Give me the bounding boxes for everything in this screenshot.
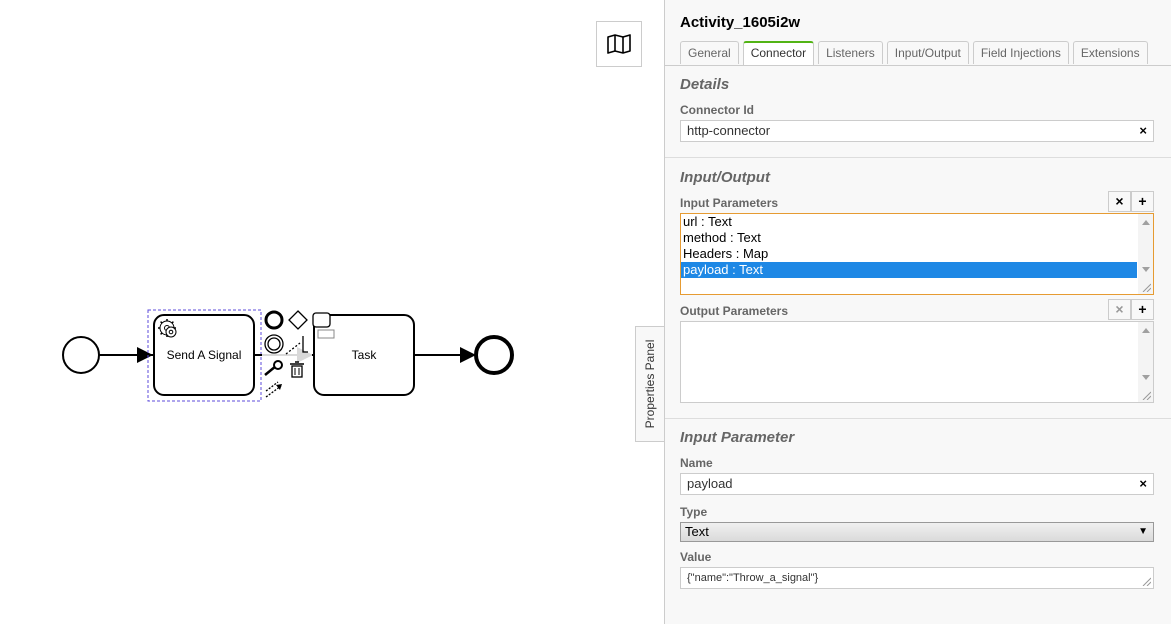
resize-grip-icon[interactable] <box>1141 390 1151 400</box>
task-label-task: Task <box>352 348 378 362</box>
group-title-input-parameter: Input Parameter <box>680 429 795 446</box>
connector-id-value: http-connector <box>687 123 771 138</box>
resize-grip-icon[interactable] <box>1141 576 1151 586</box>
list-item[interactable]: method : Text <box>681 230 1137 246</box>
output-parameters-list[interactable] <box>680 321 1154 403</box>
append-intermediate-event-icon[interactable] <box>264 334 284 354</box>
name-label: Name <box>680 456 713 470</box>
end-event[interactable] <box>474 335 514 375</box>
name-field[interactable]: payload × <box>680 473 1154 495</box>
start-event[interactable] <box>62 336 100 374</box>
remove-input-parameter-button[interactable]: × <box>1108 191 1131 212</box>
list-item[interactable]: url : Text <box>681 214 1137 230</box>
clear-name-button[interactable]: × <box>1139 474 1147 494</box>
value-text: {"name":"Throw_a_signal"} <box>687 572 819 584</box>
tab-general[interactable]: General <box>680 41 739 64</box>
group-title-details: Details <box>680 76 730 93</box>
type-label: Type <box>680 505 708 519</box>
trash-icon[interactable] <box>290 361 304 378</box>
output-parameters-label: Output Parameters <box>680 304 789 318</box>
tab-field-injections[interactable]: Field Injections <box>972 41 1069 64</box>
properties-panel-toggle-label: Properties Panel <box>643 339 657 429</box>
group-title-input-output: Input/Output <box>680 169 770 186</box>
list-item-selected[interactable]: payload : Text <box>681 262 1137 278</box>
append-end-event-icon[interactable] <box>264 310 284 330</box>
scroll-up-icon[interactable] <box>1142 328 1150 333</box>
divider <box>665 418 1171 419</box>
list-item[interactable]: Headers : Map <box>681 246 1137 262</box>
type-selected-value: Text <box>685 524 709 539</box>
task-label-send-a-signal: Send A Signal <box>167 348 242 362</box>
type-select[interactable]: Text ▼ <box>680 522 1154 542</box>
resize-grip-icon[interactable] <box>1141 282 1151 292</box>
append-task-icon[interactable] <box>312 312 331 328</box>
dropdown-arrow-icon: ▼ <box>1138 526 1148 537</box>
bpmn-canvas[interactable]: Send A Signal Task Properties Panel <box>0 0 664 624</box>
properties-panel: Activity_1605i2w General Connector Liste… <box>664 0 1171 624</box>
connector-id-label: Connector Id <box>680 103 754 117</box>
scroll-down-icon[interactable] <box>1142 375 1150 380</box>
minimap-toggle-button[interactable] <box>596 21 642 67</box>
properties-panel-toggle[interactable]: Properties Panel <box>635 326 664 442</box>
clear-connector-id-button[interactable]: × <box>1139 121 1147 141</box>
divider <box>665 157 1171 158</box>
add-output-parameter-button[interactable]: + <box>1131 299 1154 320</box>
map-icon <box>607 34 631 54</box>
tab-input-output[interactable]: Input/Output <box>886 41 969 64</box>
remove-output-parameter-button[interactable]: × <box>1108 299 1131 320</box>
panel-title: Activity_1605i2w <box>680 14 801 31</box>
gear-icon <box>158 319 177 338</box>
connector-id-field[interactable]: http-connector × <box>680 120 1154 142</box>
tab-bar: General Connector Listeners Input/Output… <box>680 41 1152 65</box>
tab-listeners[interactable]: Listeners <box>818 41 883 64</box>
scroll-down-icon[interactable] <box>1142 267 1150 272</box>
name-value: payload <box>687 476 733 491</box>
scroll-up-icon[interactable] <box>1142 220 1150 225</box>
tab-divider <box>665 65 1171 66</box>
add-input-parameter-button[interactable]: + <box>1131 191 1154 212</box>
value-label: Value <box>680 550 712 564</box>
bpmn-diagram[interactable]: Send A Signal Task <box>0 0 664 624</box>
tab-extensions[interactable]: Extensions <box>1072 41 1148 64</box>
tab-connector[interactable]: Connector <box>742 41 815 65</box>
value-textarea[interactable]: {"name":"Throw_a_signal"} <box>680 567 1154 589</box>
input-parameters-list[interactable]: url : Text method : Text Headers : Map p… <box>680 213 1154 295</box>
input-parameters-label: Input Parameters <box>680 196 779 210</box>
append-text-annotation-icon[interactable] <box>317 329 335 339</box>
